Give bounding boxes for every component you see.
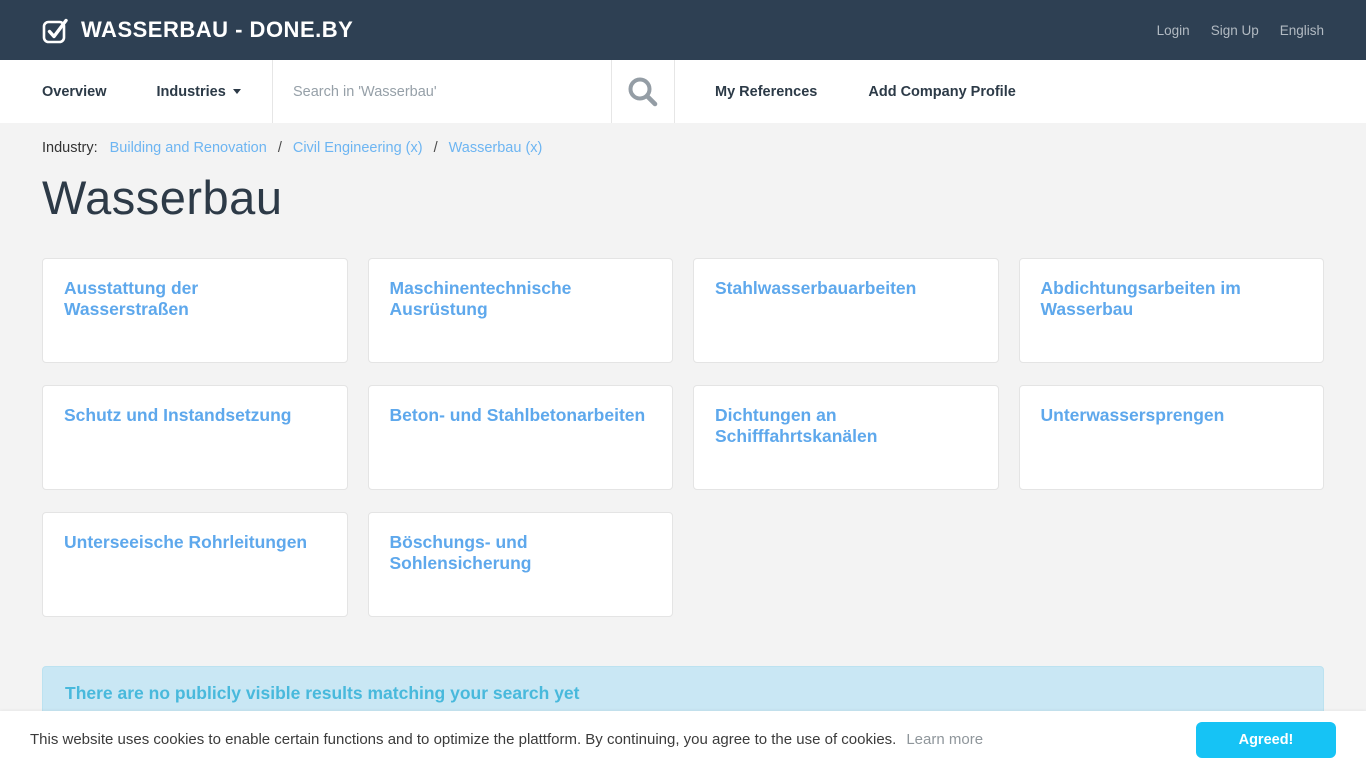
nav-right: My References Add Company Profile bbox=[675, 60, 1016, 123]
category-card-title: Maschinentechnische Ausrüstung bbox=[389, 278, 572, 320]
main-content: Industry: Building and Renovation / Civi… bbox=[0, 140, 1366, 768]
search-icon bbox=[625, 74, 661, 110]
category-card[interactable]: Dichtungen an Schifffahrtskanälen bbox=[693, 385, 999, 490]
top-header: Wasserbau - done.by Login Sign Up English bbox=[0, 0, 1366, 60]
breadcrumb-link[interactable]: Wasserbau (x) bbox=[449, 140, 543, 156]
brand-logo[interactable]: Wasserbau - done.by bbox=[42, 17, 353, 44]
category-card-title: Unterwassersprengen bbox=[1040, 405, 1225, 425]
category-card[interactable]: Maschinentechnische Ausrüstung bbox=[367, 258, 673, 363]
nav-left: Overview Industries bbox=[0, 60, 272, 123]
navbar: Overview Industries My References Add Co… bbox=[0, 60, 1366, 123]
cookie-banner: This website uses cookies to enable cert… bbox=[0, 711, 1366, 768]
breadcrumb-label: Industry: bbox=[42, 140, 98, 156]
breadcrumb-link[interactable]: Civil Engineering (x) bbox=[293, 140, 423, 156]
header-link[interactable]: Sign Up bbox=[1211, 23, 1259, 38]
breadcrumb-separator: / bbox=[433, 140, 438, 156]
category-card[interactable]: Unterseeische Rohrleitungen bbox=[42, 512, 348, 617]
breadcrumb-separator: / bbox=[277, 140, 282, 156]
nav-item-overview[interactable]: Overview bbox=[42, 84, 107, 100]
cookie-message: This website uses cookies to enable cert… bbox=[30, 731, 897, 748]
checkbox-logo-icon bbox=[42, 17, 69, 44]
category-card-title: Unterseeische Rohrleitungen bbox=[64, 532, 308, 552]
header-link[interactable]: English bbox=[1280, 23, 1324, 38]
category-card[interactable]: Abdichtungsarbeiten im Wasserbau bbox=[1018, 258, 1324, 363]
category-card-title: Schutz und Instandsetzung bbox=[64, 405, 292, 425]
category-card[interactable]: Beton- und Stahlbetonarbeiten bbox=[367, 385, 673, 490]
nav-item-add-company-profile[interactable]: Add Company Profile bbox=[868, 84, 1015, 100]
category-card-title: Ausstattung der Wasserstraßen bbox=[64, 278, 199, 320]
category-card-title: Abdichtungsarbeiten im Wasserbau bbox=[1040, 278, 1241, 320]
chevron-down-icon bbox=[232, 89, 241, 94]
category-card-title: Dichtungen an Schifffahrtskanälen bbox=[715, 405, 878, 447]
nav-item-my-references[interactable]: My References bbox=[715, 84, 817, 100]
category-card-grid: Ausstattung der Wasserstraßen Maschinent… bbox=[42, 258, 1324, 617]
brand-title: Wasserbau - done.by bbox=[81, 17, 354, 42]
page-title: Wasserbau bbox=[42, 171, 283, 224]
breadcrumb-link[interactable]: Building and Renovation bbox=[110, 140, 267, 156]
nav-item-industries-label: Industries bbox=[156, 83, 226, 100]
breadcrumb-crumb: Civil Engineering (x) / bbox=[293, 140, 449, 156]
breadcrumb-links: Building and Renovation / Civil Engineer… bbox=[110, 140, 543, 156]
category-card-title: Stahlwasserbauarbeiten bbox=[715, 278, 917, 298]
header-links: Login Sign Up English bbox=[1157, 23, 1324, 38]
search-button[interactable] bbox=[611, 60, 675, 123]
category-card[interactable]: Böschungs- und Sohlensicherung bbox=[367, 512, 673, 617]
header-link[interactable]: Login bbox=[1157, 23, 1190, 38]
search-field-cell bbox=[272, 60, 611, 123]
no-results-alert-text: There are no publicly visible results ma… bbox=[65, 683, 580, 703]
category-card[interactable]: Ausstattung der Wasserstraßen bbox=[42, 258, 348, 363]
category-card[interactable]: Unterwassersprengen bbox=[1018, 385, 1324, 490]
cookie-learn-more-link[interactable]: Learn more bbox=[906, 731, 983, 748]
breadcrumb-crumb: Building and Renovation / bbox=[110, 140, 293, 156]
nav-item-industries[interactable]: Industries bbox=[157, 84, 241, 100]
category-card[interactable]: Schutz und Instandsetzung bbox=[42, 385, 348, 490]
breadcrumb: Industry: Building and Renovation / Civi… bbox=[42, 140, 1324, 156]
category-card-title: Böschungs- und Sohlensicherung bbox=[389, 532, 532, 574]
breadcrumb-crumb: Wasserbau (x) / bbox=[449, 140, 543, 156]
category-card-title: Beton- und Stahlbetonarbeiten bbox=[389, 405, 646, 425]
search-input[interactable] bbox=[293, 83, 611, 100]
cookie-agree-button[interactable]: Agreed! bbox=[1196, 721, 1336, 758]
category-card[interactable]: Stahlwasserbauarbeiten bbox=[693, 258, 999, 363]
